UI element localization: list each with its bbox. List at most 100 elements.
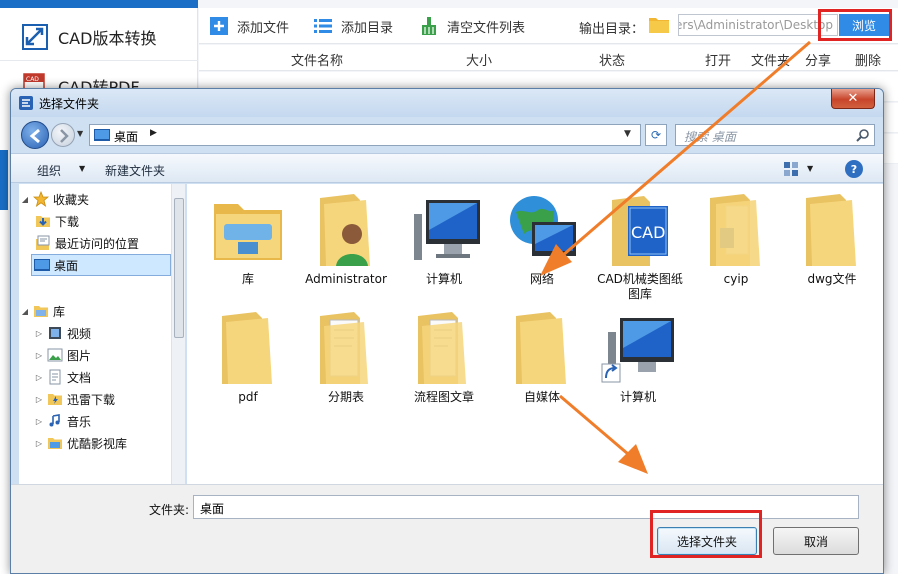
add-file-button[interactable]: 添加文件 [209, 14, 289, 38]
expand-icon[interactable]: ▷ [33, 439, 45, 448]
help-icon[interactable]: ? [845, 160, 863, 178]
file-item-network[interactable]: 网络 [497, 190, 587, 287]
tree-item-label: 迅雷下载 [67, 392, 116, 407]
folder-icon [516, 312, 566, 384]
arrow-right-icon [60, 129, 69, 143]
clear-list-button[interactable]: 清空文件列表 [419, 14, 525, 38]
address-text: 桌面 [114, 130, 139, 144]
expand-icon[interactable]: ▷ [33, 373, 45, 382]
tree-item-documents[interactable]: ▷ 文档 [33, 366, 183, 388]
add-dir-label: 添加目录 [341, 20, 394, 36]
tree-scrollbar[interactable] [171, 184, 185, 484]
select-folder-dialog: 选择文件夹 ✕ ▼ 桌面 ▶ ▼ ⟳ 搜索 桌面 组织 ▼ 新建文件夹 ▼ ? … [10, 88, 884, 574]
address-bar-row: ▼ 桌面 ▶ ▼ ⟳ 搜索 桌面 [11, 117, 883, 153]
command-bar: 组织 ▼ 新建文件夹 ▼ ? [11, 153, 883, 183]
app-title-strip [0, 0, 198, 8]
tree-item-label: 视频 [67, 326, 92, 341]
thunder-download-icon [47, 391, 63, 407]
pictures-library-icon [47, 347, 63, 363]
file-item-flowchart[interactable]: 流程图文章 [399, 308, 489, 405]
file-item-label: Administrator [305, 272, 387, 286]
tree-item-favorites[interactable]: ◢ 收藏夹 [19, 188, 169, 210]
folder-icon[interactable] [649, 16, 669, 33]
version-convert-icon [22, 24, 48, 50]
nav-active-indicator [0, 150, 8, 210]
view-mode-icon[interactable] [783, 161, 799, 177]
new-folder-button[interactable]: 新建文件夹 [105, 162, 165, 179]
collapse-icon[interactable]: ◢ [19, 307, 31, 316]
browse-highlight-box [818, 9, 892, 41]
tree-item-downloads[interactable]: 下载 [33, 210, 183, 232]
documents-library-icon [47, 369, 63, 385]
add-dir-button[interactable]: 添加目录 [313, 14, 393, 38]
cad-folder-icon: CAD [612, 196, 668, 266]
address-dropdown-icon[interactable]: ▼ [624, 129, 631, 139]
plus-icon [209, 16, 229, 36]
collapse-icon[interactable]: ◢ [19, 195, 31, 204]
tree-item-libraries[interactable]: ◢ 库 [19, 300, 169, 322]
file-item-label: 自媒体 [523, 390, 560, 404]
youku-library-icon [47, 435, 63, 451]
output-path-field[interactable]: ers\Administrator\Desktop [678, 14, 838, 36]
folder-icon [806, 194, 856, 266]
cancel-button[interactable]: 取消 [773, 527, 859, 555]
close-button[interactable]: ✕ [831, 89, 875, 109]
address-field[interactable]: 桌面 ▶ ▼ [89, 124, 641, 146]
header-folder: 文件夹 [751, 54, 791, 69]
organize-button[interactable]: 组织 [37, 162, 61, 179]
header-delete: 删除 [855, 54, 882, 69]
network-icon [510, 196, 576, 256]
file-item-label: 流程图文章 [413, 390, 474, 404]
desktop-icon [94, 129, 110, 141]
tree-item-videos[interactable]: ▷ 视频 [33, 322, 183, 344]
close-icon: ✕ [847, 91, 859, 106]
file-item-libraries[interactable]: 库 [203, 190, 293, 287]
dialog-app-icon [19, 96, 33, 110]
tree-item-label: 图片 [67, 348, 92, 363]
forward-button[interactable] [51, 123, 75, 147]
document-folder-icon [320, 312, 368, 384]
tree-item-thunder[interactable]: ▷ 迅雷下载 [33, 388, 183, 410]
file-item-dwg[interactable]: dwg文件 [787, 190, 877, 287]
tree-item-label: 优酷影视库 [67, 436, 128, 451]
tree-item-youku[interactable]: ▷ 优酷影视库 [33, 432, 183, 454]
file-item-administrator[interactable]: Administrator [301, 190, 391, 287]
file-item-we-media[interactable]: 自媒体 [497, 308, 587, 405]
file-item-computer-shortcut[interactable]: 计算机 [593, 308, 683, 405]
chevron-down-icon[interactable]: ▼ [79, 164, 85, 173]
tree-item-music[interactable]: ▷ 音乐 [33, 410, 183, 432]
file-item-label: cyip [723, 272, 749, 286]
library-icon [33, 303, 49, 319]
file-item-label: 网络 [529, 272, 554, 286]
file-item-cyip[interactable]: cyip [691, 190, 781, 287]
breadcrumb-chevron-icon[interactable]: ▶ [150, 128, 157, 138]
tree-item-desktop[interactable]: 桌面 [31, 254, 171, 276]
refresh-button[interactable]: ⟳ [645, 124, 667, 146]
file-item-label: pdf [238, 390, 258, 404]
expand-icon[interactable]: ▷ [33, 329, 45, 338]
expand-icon[interactable]: ▷ [33, 351, 45, 360]
file-item-label: 分期表 [327, 390, 364, 404]
search-input[interactable]: 搜索 桌面 [675, 124, 875, 146]
file-item-schedule[interactable]: 分期表 [301, 308, 391, 405]
file-item-label: dwg文件 [807, 272, 857, 286]
select-highlight-box [650, 510, 762, 558]
chevron-down-icon[interactable]: ▼ [807, 164, 813, 173]
file-item-pdf[interactable]: pdf [203, 308, 293, 405]
header-name: 文件名称 [291, 54, 344, 69]
history-dropdown-icon[interactable]: ▼ [77, 129, 83, 138]
file-item-cad-library[interactable]: CAD CAD机械类图纸图库 [593, 190, 687, 302]
dialog-titlebar: 选择文件夹 ✕ [11, 89, 883, 117]
tree-item-label: 下载 [55, 214, 80, 229]
tree-item-recent[interactable]: 最近访问的位置 [33, 232, 183, 254]
file-item-label: 计算机 [619, 390, 656, 404]
broom-icon [419, 16, 439, 36]
tree-item-pictures[interactable]: ▷ 图片 [33, 344, 183, 366]
expand-icon[interactable]: ▷ [33, 417, 45, 426]
back-button[interactable] [21, 121, 49, 149]
file-item-computer[interactable]: 计算机 [399, 190, 489, 287]
nav-cad-version-convert[interactable]: CAD版本转换 [0, 12, 198, 62]
scrollbar-thumb[interactable] [174, 198, 184, 338]
expand-icon[interactable]: ▷ [33, 395, 45, 404]
add-file-label: 添加文件 [237, 20, 290, 36]
